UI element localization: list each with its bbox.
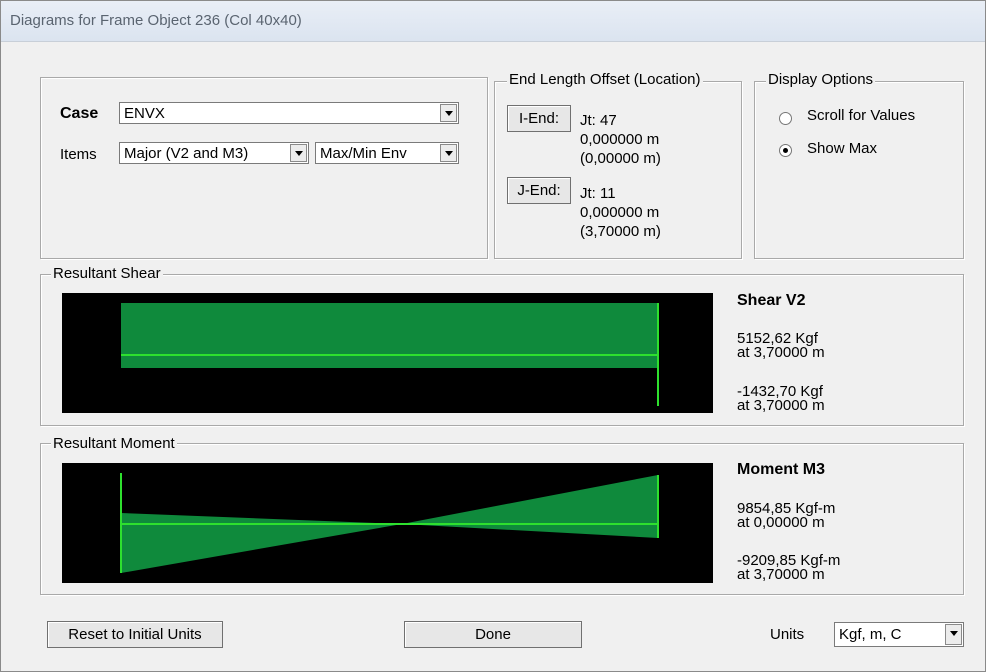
j-end-joint: Jt: 11	[580, 185, 616, 202]
items-component-select[interactable]: Major (V2 and M3)	[119, 142, 309, 164]
case-value: ENVX	[124, 105, 165, 122]
shear-min-at: at 3,70000 m	[737, 397, 825, 414]
i-end-button[interactable]: I-End:	[507, 105, 571, 132]
j-end-button[interactable]: J-End:	[507, 177, 571, 204]
reset-units-button[interactable]: Reset to Initial Units	[47, 621, 223, 648]
moment-diagram-plot[interactable]	[62, 463, 713, 583]
chevron-down-icon[interactable]	[440, 144, 457, 162]
show-max-radio[interactable]	[779, 144, 792, 157]
done-button[interactable]: Done	[404, 621, 582, 648]
units-select[interactable]: Kgf, m, C	[834, 622, 964, 647]
shear-diagram	[121, 303, 659, 406]
i-end-location: (0,00000 m)	[580, 150, 661, 167]
i-end-joint: Jt: 47	[580, 112, 617, 129]
shear-negative-area	[121, 355, 658, 368]
moment-right-area	[402, 475, 658, 538]
moment-title: Moment M3	[737, 461, 825, 478]
moment-max-at: at 0,00000 m	[737, 514, 825, 531]
case-select[interactable]: ENVX	[119, 102, 459, 124]
diagram-window: Diagrams for Frame Object 236 (Col 40x40…	[0, 0, 986, 672]
shear-max-at: at 3,70000 m	[737, 344, 825, 361]
items-component-value: Major (V2 and M3)	[124, 145, 249, 162]
items-envelope-value: Max/Min Env	[320, 145, 407, 162]
shear-diagram-plot[interactable]	[62, 293, 713, 413]
moment-min-at: at 3,70000 m	[737, 566, 825, 583]
chevron-down-icon[interactable]	[290, 144, 307, 162]
scroll-for-values-radio[interactable]	[779, 112, 792, 125]
chevron-down-icon[interactable]	[945, 624, 962, 645]
i-end-length: 0,000000 m	[580, 131, 660, 148]
moment-left-area	[121, 513, 402, 573]
display-options-legend: Display Options	[766, 71, 876, 88]
end-length-offset-legend: End Length Offset (Location)	[507, 71, 703, 88]
chevron-down-icon[interactable]	[440, 104, 457, 122]
moment-diagram	[120, 473, 659, 573]
window-title: Diagrams for Frame Object 236 (Col 40x40…	[10, 12, 302, 29]
title-bar[interactable]: Diagrams for Frame Object 236 (Col 40x40…	[1, 1, 985, 42]
units-label: Units	[770, 626, 805, 643]
show-max-label[interactable]: Show Max	[807, 140, 877, 157]
case-label: Case	[60, 105, 99, 122]
j-end-length: 0,000000 m	[580, 204, 660, 221]
items-envelope-select[interactable]: Max/Min Env	[315, 142, 459, 164]
shear-positive-area	[121, 303, 658, 355]
items-label: Items	[60, 146, 97, 163]
scroll-for-values-label[interactable]: Scroll for Values	[807, 107, 915, 124]
j-end-location: (3,70000 m)	[580, 223, 661, 240]
resultant-moment-legend: Resultant Moment	[51, 435, 177, 452]
units-value: Kgf, m, C	[839, 626, 902, 643]
shear-title: Shear V2	[737, 292, 806, 309]
resultant-shear-legend: Resultant Shear	[51, 265, 163, 282]
